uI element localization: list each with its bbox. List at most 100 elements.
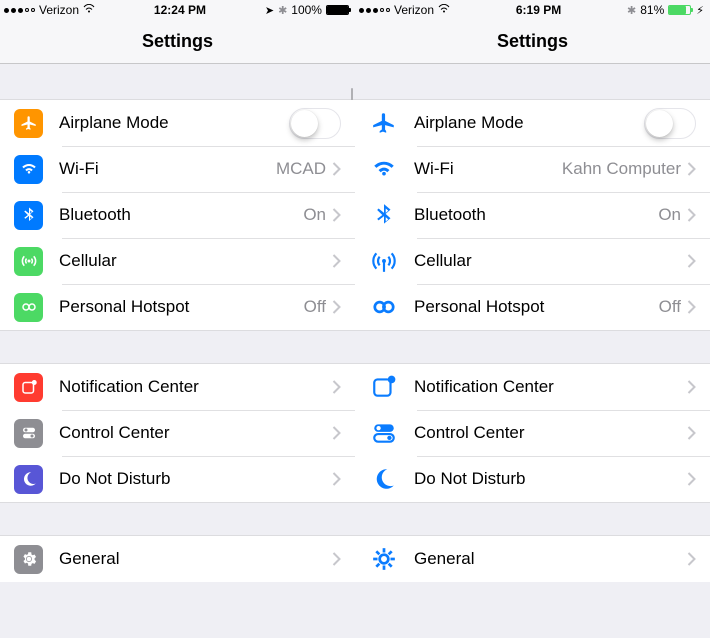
- chevron-right-icon: [687, 254, 696, 268]
- row-control-center[interactable]: Control Center: [355, 410, 710, 456]
- row-bluetooth[interactable]: Bluetooth On: [355, 192, 710, 238]
- bluetooth-status-icon: ✱: [627, 4, 636, 17]
- airplane-icon: [14, 109, 43, 138]
- general-label: General: [59, 549, 332, 569]
- clock: 12:24 PM: [154, 3, 206, 17]
- notification-icon: [369, 373, 398, 402]
- chevron-right-icon: [332, 300, 341, 314]
- settings-list[interactable]: Airplane Mode Wi-Fi MCAD Bluetooth On Ce…: [0, 64, 355, 638]
- chevron-right-icon: [332, 162, 341, 176]
- signal-dots: [359, 8, 390, 13]
- row-cellular[interactable]: Cellular: [0, 238, 355, 284]
- signal-dots: [4, 8, 35, 13]
- chevron-right-icon: [332, 208, 341, 222]
- wifi-icon: [14, 155, 43, 184]
- bluetooth-value: On: [303, 205, 326, 225]
- carrier-label: Verizon: [39, 3, 79, 17]
- chevron-right-icon: [332, 472, 341, 486]
- dnd-icon: [369, 465, 398, 494]
- wifi-value: Kahn Computer: [562, 159, 681, 179]
- status-bar: Verizon 6:19 PM ✱ 81% ⚡︎: [355, 0, 710, 20]
- row-cellular[interactable]: Cellular: [355, 238, 710, 284]
- chevron-right-icon: [687, 162, 696, 176]
- general-icon: [369, 545, 398, 574]
- notification-label: Notification Center: [59, 377, 332, 397]
- bluetooth-icon: [369, 201, 398, 230]
- cellular-icon: [369, 247, 398, 276]
- airplane-icon: [369, 109, 398, 138]
- wifi-status-icon: [438, 3, 450, 17]
- row-control-center[interactable]: Control Center: [0, 410, 355, 456]
- airplane-label: Airplane Mode: [414, 113, 644, 133]
- chevron-right-icon: [332, 426, 341, 440]
- chevron-right-icon: [332, 552, 341, 566]
- bluetooth-icon: [14, 201, 43, 230]
- hotspot-icon: [14, 293, 43, 322]
- chevron-right-icon: [332, 254, 341, 268]
- chevron-right-icon: [687, 472, 696, 486]
- row-airplane-mode[interactable]: Airplane Mode: [355, 100, 710, 146]
- battery-icon: [668, 5, 691, 15]
- row-do-not-disturb[interactable]: Do Not Disturb: [355, 456, 710, 502]
- location-icon: ➤: [265, 4, 274, 17]
- status-bar: Verizon 12:24 PM ➤ ✱ 100%: [0, 0, 355, 20]
- cellular-label: Cellular: [414, 251, 687, 271]
- dnd-icon: [14, 465, 43, 494]
- general-icon: [14, 545, 43, 574]
- hotspot-icon: [369, 293, 398, 322]
- wifi-value: MCAD: [276, 159, 326, 179]
- chevron-right-icon: [687, 208, 696, 222]
- wifi-icon: [369, 155, 398, 184]
- nav-title: Settings: [355, 20, 710, 64]
- row-airplane-mode[interactable]: Airplane Mode: [0, 100, 355, 146]
- row-general[interactable]: General: [0, 536, 355, 582]
- wifi-label: Wi-Fi: [59, 159, 276, 179]
- chevron-right-icon: [687, 552, 696, 566]
- airplane-label: Airplane Mode: [59, 113, 289, 133]
- battery-percent: 100%: [291, 3, 322, 17]
- row-do-not-disturb[interactable]: Do Not Disturb: [0, 456, 355, 502]
- bluetooth-value: On: [658, 205, 681, 225]
- row-notification-center[interactable]: Notification Center: [355, 364, 710, 410]
- bluetooth-status-icon: ✱: [278, 4, 287, 17]
- row-wifi[interactable]: Wi-Fi MCAD: [0, 146, 355, 192]
- hotspot-label: Personal Hotspot: [59, 297, 304, 317]
- row-notification-center[interactable]: Notification Center: [0, 364, 355, 410]
- bluetooth-label: Bluetooth: [414, 205, 658, 225]
- airplane-toggle[interactable]: [644, 108, 696, 139]
- carrier-label: Verizon: [394, 3, 434, 17]
- wifi-label: Wi-Fi: [414, 159, 562, 179]
- chevron-right-icon: [687, 426, 696, 440]
- row-hotspot[interactable]: Personal Hotspot Off: [355, 284, 710, 330]
- cellular-label: Cellular: [59, 251, 332, 271]
- chevron-right-icon: [332, 380, 341, 394]
- airplane-toggle[interactable]: [289, 108, 341, 139]
- chevron-right-icon: [687, 300, 696, 314]
- dnd-label: Do Not Disturb: [414, 469, 687, 489]
- nav-title: Settings: [0, 20, 355, 64]
- row-wifi[interactable]: Wi-Fi Kahn Computer: [355, 146, 710, 192]
- control-center-icon: [14, 419, 43, 448]
- chevron-right-icon: [687, 380, 696, 394]
- settings-screen-right: Verizon 6:19 PM ✱ 81% ⚡︎ Settings Airpla…: [355, 0, 710, 638]
- cellular-icon: [14, 247, 43, 276]
- row-bluetooth[interactable]: Bluetooth On: [0, 192, 355, 238]
- row-hotspot[interactable]: Personal Hotspot Off: [0, 284, 355, 330]
- control-label: Control Center: [414, 423, 687, 443]
- control-label: Control Center: [59, 423, 332, 443]
- dnd-label: Do Not Disturb: [59, 469, 332, 489]
- row-general[interactable]: General: [355, 536, 710, 582]
- notification-label: Notification Center: [414, 377, 687, 397]
- settings-list[interactable]: Airplane Mode Wi-Fi Kahn Computer Blueto…: [355, 64, 710, 638]
- clock: 6:19 PM: [516, 3, 561, 17]
- wifi-status-icon: [83, 3, 95, 17]
- hotspot-value: Off: [304, 297, 326, 317]
- bluetooth-label: Bluetooth: [59, 205, 303, 225]
- battery-icon: [326, 5, 349, 15]
- charging-icon: ⚡︎: [696, 4, 704, 17]
- notification-icon: [14, 373, 43, 402]
- settings-screen-left: Verizon 12:24 PM ➤ ✱ 100% Settings Airpl…: [0, 0, 355, 638]
- hotspot-value: Off: [659, 297, 681, 317]
- battery-percent: 81%: [640, 3, 664, 17]
- control-center-icon: [369, 419, 398, 448]
